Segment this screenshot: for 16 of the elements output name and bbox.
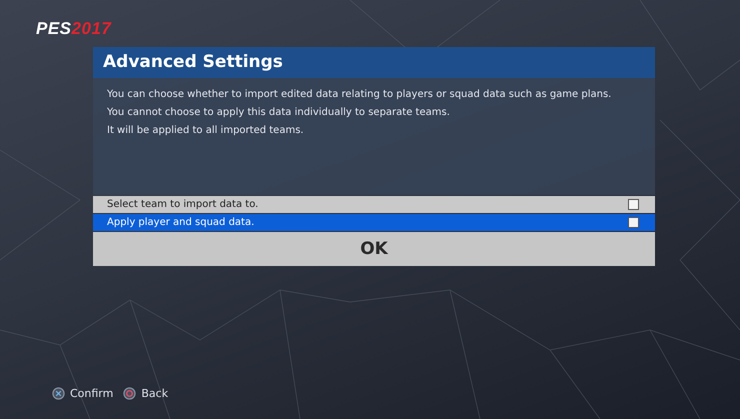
checkbox[interactable] (628, 217, 639, 228)
option-label: Apply player and squad data. (107, 217, 254, 228)
option-row[interactable]: Select team to import data to. (93, 196, 655, 213)
circle-button-icon (123, 387, 136, 400)
option-row[interactable]: Apply player and squad data. (93, 214, 655, 231)
option-label: Select team to import data to. (107, 199, 258, 210)
ok-button[interactable]: OK (93, 232, 655, 266)
checkbox[interactable] (628, 199, 639, 210)
game-logo: PES2017 (36, 19, 112, 39)
description-text: It will be applied to all imported teams. (107, 124, 305, 137)
description-text: You can choose whether to import edited data relating to players or squad data such as game plans. (107, 88, 612, 101)
hint-label: Confirm (70, 387, 114, 400)
hint-label: Back (141, 387, 168, 400)
dialog-title: Advanced Settings (93, 47, 655, 78)
cross-button-icon (52, 387, 65, 400)
description-text: You cannot choose to apply this data individually to separate teams. (107, 106, 451, 119)
